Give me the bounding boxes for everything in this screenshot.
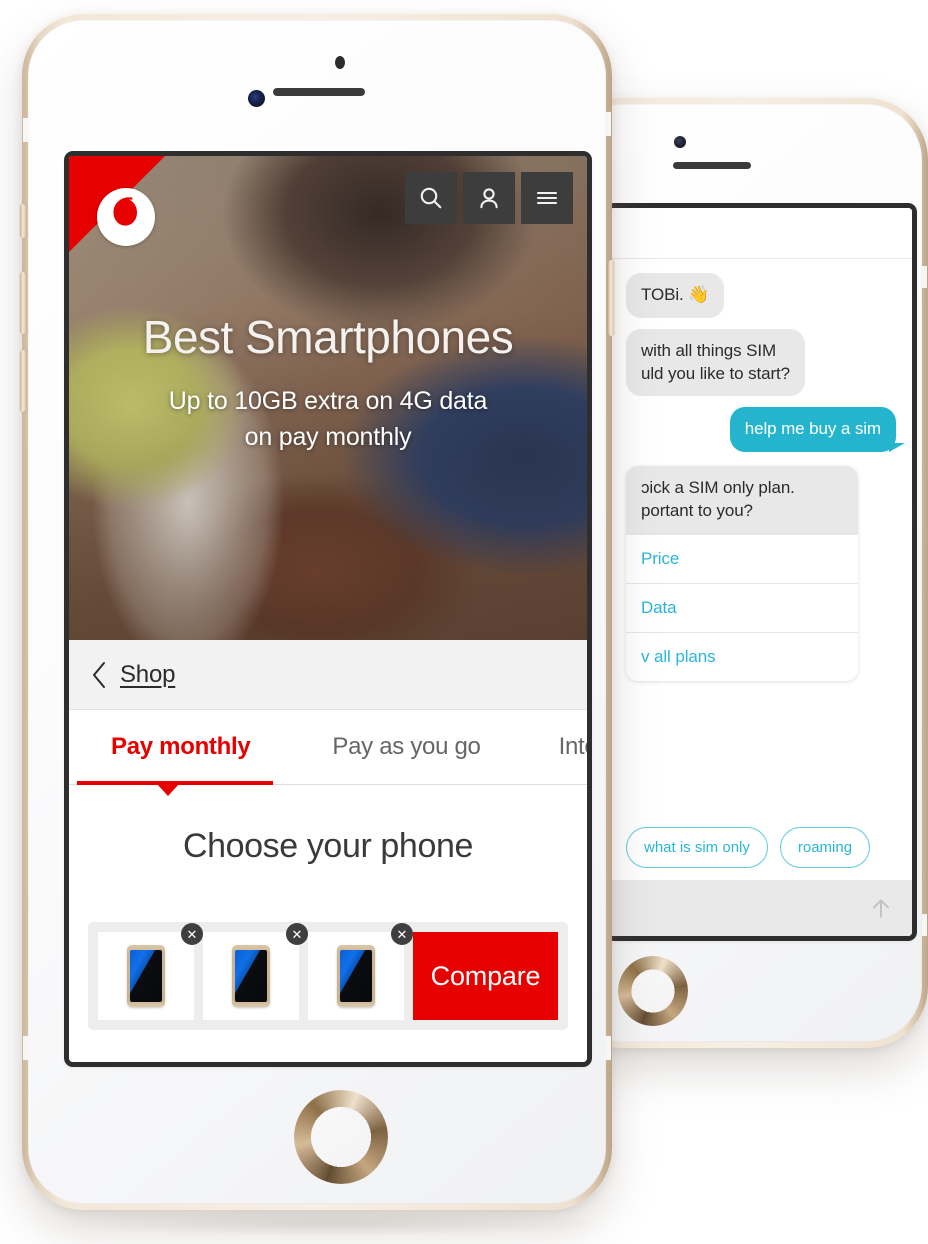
earpiece-speaker [273, 88, 365, 96]
chat-bubble-bot: with all things SIM uld you like to star… [626, 328, 805, 397]
breadcrumb-link-shop[interactable]: Shop [120, 661, 175, 689]
tab-pay-monthly[interactable]: Pay monthly [111, 733, 251, 761]
card-option-data[interactable]: Data [626, 582, 858, 632]
antenna-line [922, 914, 927, 936]
antenna-line [922, 266, 927, 288]
antenna-line [23, 118, 29, 142]
chat-bubble-bot: TOBi. 👋 [626, 273, 725, 318]
search-icon[interactable] [405, 172, 457, 224]
tobi-chat-app: TOBi. 👋 with all things SIM uld you like… [610, 208, 912, 936]
compare-bar: ✕ ✕ ✕ Compare [88, 922, 568, 1030]
tab-interest-free[interactable]: Intere [559, 733, 587, 761]
vodafone-shop-page: Best Smartphones Up to 10GB extra on 4G … [69, 156, 587, 1062]
compare-button[interactable]: Compare [413, 932, 558, 1020]
choose-phone-heading: Choose your phone [183, 827, 473, 865]
mute-switch[interactable] [20, 204, 26, 238]
hero-subtitle-line-1: Up to 10GB extra on 4G data [168, 387, 488, 415]
account-icon[interactable] [463, 172, 515, 224]
compare-slot-3[interactable]: ✕ [308, 923, 413, 1020]
choose-phone-section: Choose your phone ✕ ✕ ✕ Compare [69, 785, 587, 1062]
front-camera-icon [248, 90, 265, 107]
volume-up-button[interactable] [20, 272, 26, 334]
galaxy-s7-thumbnail [337, 945, 375, 1007]
quick-reply-what-is-sim-only[interactable]: what is sim only [626, 827, 768, 868]
chat-input-bar[interactable] [610, 880, 912, 936]
hero-subtitle: Up to 10GB extra on 4G data on pay month… [69, 384, 587, 455]
tab-active-caret [157, 784, 179, 796]
remove-slot-2-icon[interactable]: ✕ [286, 923, 308, 945]
hero-subtitle-line-2: on pay monthly [244, 422, 412, 451]
front-phone-screen: Best Smartphones Up to 10GB extra on 4G … [69, 156, 587, 1062]
sim-plan-option-card: ɔick a SIM only plan. portant to you? Pr… [626, 466, 858, 681]
front-phone-device: Best Smartphones Up to 10GB extra on 4G … [20, 14, 614, 1210]
home-button[interactable] [618, 956, 688, 1026]
hero-title: Best Smartphones [142, 311, 514, 363]
compare-slot-2[interactable]: ✕ [203, 923, 308, 1020]
back-phone-device: TOBi. 👋 with all things SIM uld you like… [561, 98, 928, 1048]
card-question-text: ɔick a SIM only plan. portant to you? [626, 466, 858, 534]
galaxy-s7-thumbnail [232, 945, 270, 1007]
compare-slot-1[interactable]: ✕ [98, 923, 203, 1020]
header-icon-group [405, 172, 573, 224]
menu-icon[interactable] [521, 172, 573, 224]
chat-header-bar [610, 208, 912, 259]
earpiece-speaker [673, 162, 751, 169]
remove-slot-1-icon[interactable]: ✕ [181, 923, 203, 945]
power-button[interactable] [608, 260, 614, 336]
antenna-line [23, 1036, 29, 1060]
arrow-up-icon[interactable] [868, 895, 894, 921]
chevron-left-icon[interactable] [91, 661, 107, 689]
ambient-sensor-icon [335, 56, 345, 69]
remove-slot-3-icon[interactable]: ✕ [391, 923, 413, 945]
vodafone-speechmark-logo[interactable] [97, 188, 155, 246]
card-option-price[interactable]: Price [626, 533, 858, 583]
antenna-line [605, 112, 611, 136]
quick-reply-chips: what is sim only roaming [610, 817, 912, 880]
breadcrumb: Shop [69, 640, 587, 710]
hero-banner: Best Smartphones Up to 10GB extra on 4G … [69, 156, 587, 640]
quick-reply-roaming[interactable]: roaming [779, 827, 871, 868]
chat-bubble-user: help me buy a sim [729, 407, 906, 453]
home-button[interactable] [294, 1090, 388, 1184]
device-drop-shadow [60, 1210, 600, 1236]
vodafone-logo-mark [113, 197, 137, 226]
tab-pay-as-you-go[interactable]: Pay as you go [332, 733, 481, 761]
back-phone-screen: TOBi. 👋 with all things SIM uld you like… [610, 208, 912, 936]
tab-bar: Pay monthly Pay as you go Intere [69, 710, 587, 796]
card-option-view-all-plans[interactable]: v all plans [626, 631, 858, 681]
antenna-line [605, 1036, 611, 1060]
volume-down-button[interactable] [20, 350, 26, 412]
galaxy-s7-thumbnail [127, 945, 165, 1007]
front-camera-icon [674, 136, 686, 148]
scene: TOBi. 👋 with all things SIM uld you like… [0, 0, 928, 1244]
chat-message-list[interactable]: TOBi. 👋 with all things SIM uld you like… [610, 259, 912, 817]
